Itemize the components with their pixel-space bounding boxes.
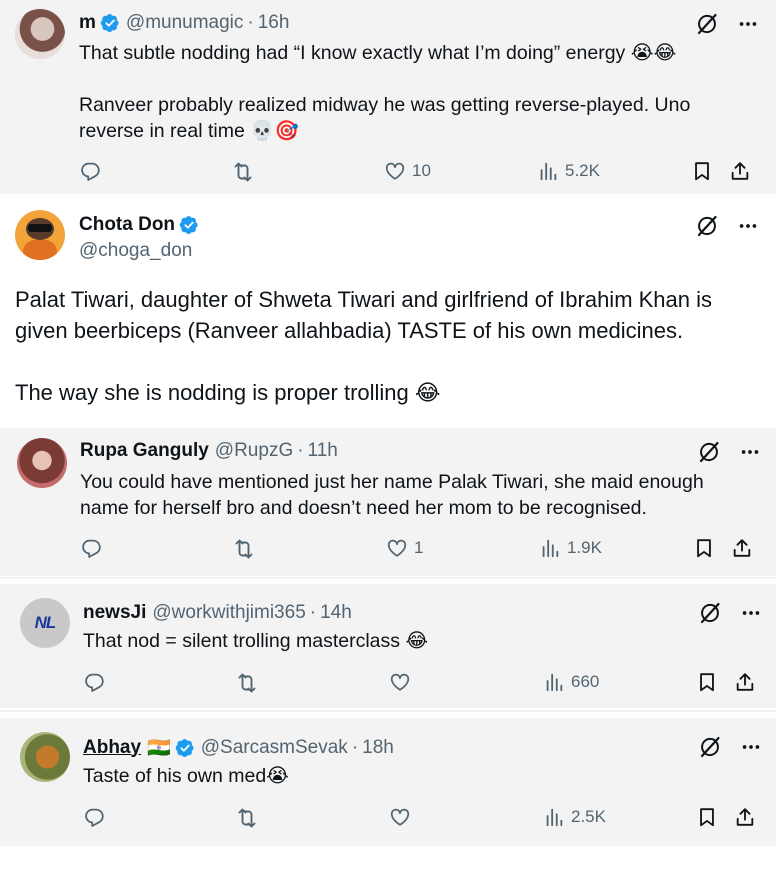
bookmark-icon[interactable] bbox=[696, 671, 718, 693]
share-icon[interactable] bbox=[734, 671, 756, 693]
more-icon[interactable] bbox=[737, 215, 759, 237]
like-button[interactable]: 1 bbox=[386, 537, 423, 559]
bookmark-icon[interactable] bbox=[691, 160, 713, 182]
retweet-icon[interactable] bbox=[235, 806, 259, 830]
reply-rupzg[interactable]: Rupa Ganguly @RupzG · 11h You could have… bbox=[0, 428, 776, 576]
reply-icon[interactable] bbox=[83, 806, 105, 828]
india-flag-emoji: 🇮🇳 bbox=[147, 737, 171, 759]
grok-icon[interactable] bbox=[698, 735, 722, 759]
avatar[interactable] bbox=[20, 732, 70, 782]
views-button[interactable]: 2.5K bbox=[543, 806, 606, 828]
separator-dot: · bbox=[297, 440, 304, 461]
views-icon bbox=[543, 806, 565, 828]
view-count: 660 bbox=[571, 672, 600, 691]
views-icon bbox=[539, 537, 561, 559]
more-icon[interactable] bbox=[740, 736, 762, 758]
like-icon bbox=[386, 537, 408, 559]
separator-dot: · bbox=[309, 602, 317, 623]
divider bbox=[0, 577, 776, 579]
views-icon bbox=[537, 160, 559, 182]
tweet-text: You could have mentioned just her name P… bbox=[80, 471, 704, 519]
author-handle[interactable]: @RupzG bbox=[215, 440, 293, 462]
bookmark-icon[interactable] bbox=[693, 537, 715, 559]
tweet-text: That subtle nodding had “I know exactly … bbox=[79, 42, 691, 142]
avatar[interactable] bbox=[15, 9, 65, 59]
more-icon[interactable] bbox=[739, 441, 761, 463]
like-icon bbox=[389, 806, 411, 828]
author-name[interactable]: Abhay bbox=[83, 737, 141, 759]
share-icon[interactable] bbox=[729, 160, 751, 182]
views-icon bbox=[543, 671, 565, 693]
view-count: 5.2K bbox=[565, 161, 600, 180]
like-button[interactable]: 10 bbox=[384, 160, 431, 182]
views-button[interactable]: 660 bbox=[543, 671, 599, 693]
views-button[interactable]: 1.9K bbox=[539, 537, 602, 559]
timestamp[interactable]: 14h bbox=[320, 602, 352, 624]
share-icon[interactable] bbox=[731, 537, 753, 559]
like-count: 10 bbox=[412, 161, 431, 180]
author-handle[interactable]: @SarcasmSevak bbox=[201, 737, 348, 759]
avatar-logo-text: NL bbox=[34, 613, 57, 632]
author-name[interactable]: newsJi bbox=[83, 602, 146, 624]
grok-icon[interactable] bbox=[695, 214, 719, 238]
share-icon[interactable] bbox=[734, 806, 756, 828]
reply-sarcasmsevak[interactable]: Abhay 🇮🇳 @SarcasmSevak · 18h Taste of hi… bbox=[0, 718, 776, 846]
grok-icon[interactable] bbox=[695, 12, 719, 36]
bookmark-icon[interactable] bbox=[696, 806, 718, 828]
verified-badge-icon bbox=[100, 13, 120, 33]
like-icon bbox=[389, 671, 411, 693]
more-icon[interactable] bbox=[737, 13, 759, 35]
verified-badge-icon bbox=[179, 215, 199, 235]
author-handle[interactable]: @munumagic bbox=[126, 12, 244, 34]
separator-dot: · bbox=[351, 736, 359, 758]
avatar[interactable] bbox=[17, 438, 67, 488]
verified-badge-icon bbox=[175, 738, 195, 758]
tweet-choga-don: Chota Don @choga_don Palat Tiwari, daugh… bbox=[0, 194, 776, 428]
author-handle[interactable]: @workwithjimi365 bbox=[152, 602, 305, 624]
reply-icon[interactable] bbox=[80, 537, 102, 559]
timestamp[interactable]: 11h bbox=[308, 440, 338, 462]
like-button[interactable] bbox=[389, 806, 417, 828]
author-handle[interactable]: @choga_don bbox=[79, 240, 192, 262]
like-button[interactable] bbox=[389, 671, 417, 693]
divider bbox=[0, 710, 776, 712]
tweet-text: That nod = silent trolling masterclass 😂 bbox=[83, 630, 429, 652]
retweet-icon[interactable] bbox=[232, 537, 256, 561]
separator-dot: · bbox=[247, 12, 254, 33]
timestamp[interactable]: 16h bbox=[258, 12, 290, 34]
tweet-text: Palat Tiwari, daughter of Shweta Tiwari … bbox=[15, 287, 713, 405]
retweet-icon[interactable] bbox=[231, 160, 255, 184]
views-button[interactable]: 5.2K bbox=[537, 160, 600, 182]
grok-icon[interactable] bbox=[698, 601, 722, 625]
view-count: 2.5K bbox=[571, 807, 606, 826]
author-name[interactable]: Chota Don bbox=[79, 214, 175, 236]
timestamp[interactable]: 18h bbox=[362, 737, 394, 759]
more-icon[interactable] bbox=[740, 602, 762, 624]
reply-icon[interactable] bbox=[83, 671, 105, 693]
reply-newsji[interactable]: NL newsJi @workwithjimi365 · 14h That no… bbox=[0, 584, 776, 708]
tweet-munumagic[interactable]: m @munumagic · 16h That subtle nodding h… bbox=[0, 0, 776, 194]
like-icon bbox=[384, 160, 406, 182]
author-name[interactable]: m bbox=[79, 12, 96, 34]
grok-icon[interactable] bbox=[697, 440, 721, 464]
retweet-icon[interactable] bbox=[235, 671, 259, 695]
avatar[interactable]: NL bbox=[20, 598, 70, 648]
avatar[interactable] bbox=[15, 210, 65, 260]
view-count: 1.9K bbox=[567, 538, 602, 557]
tweet-text: Taste of his own med😭 bbox=[83, 765, 289, 787]
author-name[interactable]: Rupa Ganguly bbox=[80, 440, 209, 462]
reply-icon[interactable] bbox=[79, 160, 101, 182]
like-count: 1 bbox=[414, 538, 424, 557]
